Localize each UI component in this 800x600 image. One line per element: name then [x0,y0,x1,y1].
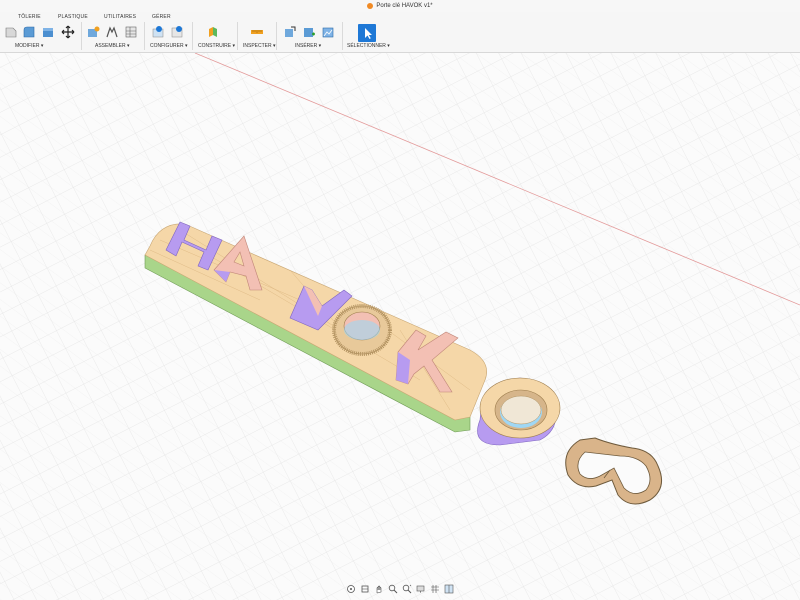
model-view [0,53,800,600]
zoom-icon[interactable] [388,584,398,594]
inspect-menu[interactable]: INSPECTER ▾ [243,43,276,49]
modify-menu[interactable]: MODIFIER ▾ [15,43,43,49]
separator [276,22,277,50]
as-built-joint-icon[interactable] [124,25,138,39]
window-title: Porte clé HAVOK v1* [376,3,433,9]
offset-plane-icon[interactable] [206,25,220,39]
shell-icon[interactable] [41,25,55,39]
insert-derive-icon[interactable] [283,25,297,39]
insert-canvas-icon[interactable] [321,25,335,39]
look-at-icon[interactable] [360,584,370,594]
title-bar: Porte clé HAVOK v1* [0,0,800,12]
select-button[interactable] [358,24,376,42]
select-menu[interactable]: SÉLECTIONNER ▾ [347,43,390,49]
zoom-window-icon[interactable] [402,584,412,594]
move-icon[interactable] [61,25,75,39]
app-icon [367,3,374,9]
tab-sheet-metal[interactable]: TÔLERIE [18,14,41,20]
fillet-icon[interactable] [22,25,36,39]
configure-menu[interactable]: CONFIGURER ▾ [150,43,188,49]
separator [192,22,193,50]
configure-table-icon[interactable] [170,25,184,39]
insert-menu[interactable]: INSÉRER ▾ [295,43,321,49]
letter-o-ring[interactable] [332,304,392,356]
measure-icon[interactable] [250,25,264,39]
tab-manage[interactable]: GÉRER [152,14,171,20]
navigation-bar [346,582,456,596]
separator [237,22,238,50]
insert-mesh-icon[interactable] [302,25,316,39]
viewports-icon[interactable] [444,584,454,594]
cursor-icon [365,28,372,39]
assemble-menu[interactable]: ASSEMBLER ▾ [95,43,129,49]
grid-settings-icon[interactable] [430,584,440,594]
change-parameters-icon[interactable] [151,25,165,39]
toolbar: TÔLERIE PLASTIQUE UTILITAIRES GÉRER MODI… [0,12,800,53]
pan-icon[interactable] [374,584,384,594]
separator [144,22,145,50]
new-component-icon[interactable] [86,25,100,39]
display-settings-icon[interactable] [416,584,426,594]
tab-utilities[interactable]: UTILITAIRES [104,14,136,20]
joint-icon[interactable] [105,25,119,39]
construct-menu[interactable]: CONSTRUIRE ▾ [198,43,235,49]
separator [81,22,82,50]
orbit-icon[interactable] [346,584,356,594]
viewport-canvas[interactable] [0,53,800,600]
separator [342,22,343,50]
keyring-loop[interactable] [477,377,561,446]
press-pull-icon[interactable] [4,25,18,39]
tab-plastic[interactable]: PLASTIQUE [58,14,88,20]
